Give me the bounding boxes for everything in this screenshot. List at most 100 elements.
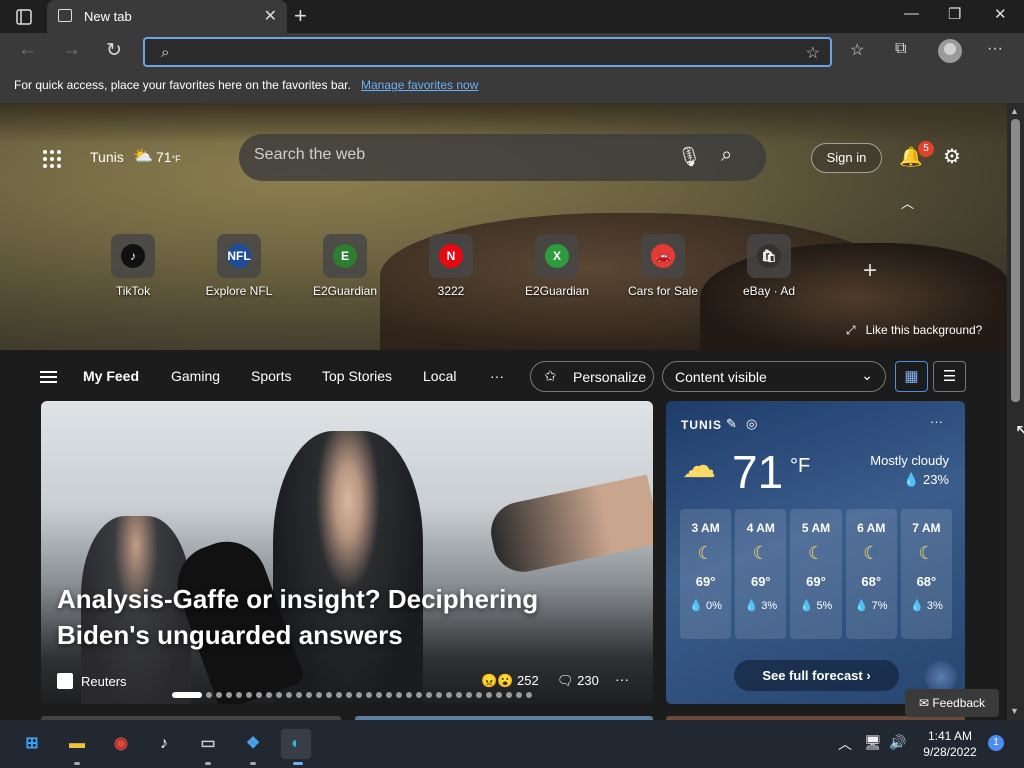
carousel-dot[interactable] bbox=[476, 692, 482, 698]
carousel-dot[interactable] bbox=[346, 692, 352, 698]
quick-link[interactable]: NFL Explore NFL bbox=[194, 234, 284, 298]
story-more-icon[interactable]: ··· bbox=[615, 671, 629, 687]
carousel-dot[interactable] bbox=[366, 692, 372, 698]
carousel-dot[interactable] bbox=[486, 692, 492, 698]
carousel-dot[interactable] bbox=[356, 692, 362, 698]
carousel-dot[interactable] bbox=[466, 692, 472, 698]
quick-link[interactable]: E E2Guardian bbox=[300, 234, 390, 298]
forward-button[interactable]: → bbox=[62, 39, 81, 61]
chrome-icon[interactable]: ◉ bbox=[106, 729, 136, 759]
carousel-dot[interactable] bbox=[376, 692, 382, 698]
comments[interactable]: 🗨 230 bbox=[557, 673, 599, 689]
manage-favorites-link[interactable]: Manage favorites now bbox=[361, 78, 478, 92]
search-input[interactable] bbox=[254, 146, 654, 164]
carousel-dot[interactable] bbox=[226, 692, 232, 698]
tab-new-tab[interactable]: New tab ✕ bbox=[47, 0, 287, 33]
hourly-forecast-item[interactable]: 7 AM ☾ 68° 💧 3% bbox=[900, 509, 953, 639]
grid-layout-button[interactable]: ▦ bbox=[895, 361, 928, 392]
collections-icon[interactable]: ⧉ bbox=[895, 40, 906, 58]
scrollbar-thumb[interactable] bbox=[1011, 119, 1020, 402]
list-layout-button[interactable]: ☰ bbox=[933, 361, 966, 392]
hourly-forecast-item[interactable]: 6 AM ☾ 68° 💧 7% bbox=[845, 509, 897, 639]
new-tab-button[interactable]: + bbox=[294, 3, 307, 29]
app-launcher-icon[interactable] bbox=[43, 150, 61, 168]
sign-in-button[interactable]: Sign in bbox=[811, 143, 882, 173]
weather-card[interactable]: TUNIS ✎ ◎ ··· ☁ 71 °F Mostly cloudy 💧 23… bbox=[666, 401, 965, 704]
carousel-dot[interactable] bbox=[436, 692, 442, 698]
story-headline[interactable]: Analysis-Gaffe or insight? Deciphering B… bbox=[57, 581, 617, 653]
carousel-dot[interactable] bbox=[306, 692, 312, 698]
clock[interactable]: 1:41 AM 9/28/2022 bbox=[917, 728, 983, 760]
carousel-dot[interactable] bbox=[256, 692, 262, 698]
tab-top-stories[interactable]: Top Stories bbox=[322, 368, 392, 384]
vertical-scrollbar[interactable]: ▲ ▼ bbox=[1007, 103, 1024, 720]
carousel-dot[interactable] bbox=[326, 692, 332, 698]
scroll-down-arrow[interactable]: ▼ bbox=[1010, 706, 1019, 716]
weather-temperature[interactable]: 71°F bbox=[156, 149, 181, 165]
globe-icon[interactable]: ◎ bbox=[746, 416, 757, 432]
carousel-dot[interactable] bbox=[426, 692, 432, 698]
hourly-forecast-item[interactable]: 3 AM ☾ 69° 💧 0% bbox=[680, 509, 732, 639]
weather-more-icon[interactable]: ··· bbox=[930, 414, 943, 429]
personalize-button[interactable]: ✩ Personalize bbox=[530, 361, 654, 392]
gear-icon[interactable]: ⚙ bbox=[943, 144, 961, 169]
menu-icon[interactable] bbox=[40, 371, 57, 383]
file-explorer-icon[interactable]: ▬ bbox=[62, 729, 92, 759]
chevron-up-icon[interactable]: ︿ bbox=[838, 734, 852, 754]
carousel-dot[interactable] bbox=[386, 692, 392, 698]
quick-link[interactable]: ♪ TikTok bbox=[88, 234, 178, 298]
carousel-dot[interactable] bbox=[316, 692, 322, 698]
tab-gaming[interactable]: Gaming bbox=[171, 368, 220, 384]
carousel-dot[interactable] bbox=[396, 692, 402, 698]
settings-more-icon[interactable]: ··· bbox=[987, 40, 1003, 58]
start-button[interactable]: ⊞ bbox=[17, 729, 47, 759]
tiktok-icon[interactable]: ♪ bbox=[149, 729, 179, 759]
close-tab-icon[interactable]: ✕ bbox=[264, 6, 277, 26]
tab-actions-icon[interactable] bbox=[8, 6, 40, 28]
app-icon[interactable]: ❖ bbox=[238, 729, 268, 759]
back-button[interactable]: ← bbox=[18, 39, 37, 61]
network-icon[interactable]: 🖥 bbox=[864, 734, 882, 751]
chevron-up-icon[interactable]: ︿ bbox=[901, 193, 914, 212]
microphone-icon[interactable]: 🎙 bbox=[677, 145, 701, 169]
weather-city[interactable]: Tunis bbox=[90, 149, 124, 165]
carousel-dot[interactable] bbox=[296, 692, 302, 698]
carousel-dot[interactable] bbox=[286, 692, 292, 698]
address-bar[interactable]: ⌕ ☆ bbox=[143, 37, 832, 67]
tab-local[interactable]: Local bbox=[423, 368, 456, 384]
more-tabs-button[interactable]: ··· bbox=[490, 368, 504, 384]
add-favorite-icon[interactable]: ☆ bbox=[806, 43, 820, 63]
carousel-dot[interactable] bbox=[266, 692, 272, 698]
volume-icon[interactable]: 🔊 bbox=[889, 734, 906, 751]
carousel-dot[interactable] bbox=[446, 692, 452, 698]
favorites-icon[interactable]: ☆ bbox=[850, 40, 864, 60]
quick-link[interactable]: 🚗 Cars for Sale bbox=[618, 234, 708, 298]
profile-avatar[interactable] bbox=[938, 39, 962, 63]
carousel-dot[interactable] bbox=[456, 692, 462, 698]
quick-link[interactable]: N 3222 bbox=[406, 234, 496, 298]
hourly-forecast-item[interactable]: 4 AM ☾ 69° 💧 3% bbox=[735, 509, 787, 639]
carousel-dot[interactable] bbox=[516, 692, 522, 698]
feedback-button[interactable]: ✉ Feedback bbox=[905, 689, 999, 717]
carousel-dot[interactable] bbox=[236, 692, 242, 698]
carousel-dot[interactable] bbox=[246, 692, 252, 698]
quick-link[interactable]: 🛍 eBay · Ad bbox=[724, 234, 814, 298]
edit-location-icon[interactable]: ✎ bbox=[726, 416, 737, 432]
carousel-dot[interactable] bbox=[206, 692, 212, 698]
terminal-icon[interactable]: ▭ bbox=[193, 729, 223, 759]
quick-link[interactable]: X E2Guardian bbox=[512, 234, 602, 298]
carousel-dot[interactable] bbox=[496, 692, 502, 698]
hourly-forecast-item[interactable]: 5 AM ☾ 69° 💧 5% bbox=[790, 509, 842, 639]
notification-badge[interactable]: 1 bbox=[988, 735, 1004, 751]
carousel-dot[interactable] bbox=[336, 692, 342, 698]
reactions[interactable]: 😠😮 252 bbox=[481, 673, 539, 689]
search-icon[interactable]: ⌕ bbox=[721, 144, 732, 167]
carousel-dot[interactable] bbox=[276, 692, 282, 698]
carousel-dot[interactable] bbox=[526, 692, 532, 698]
tab-sports[interactable]: Sports bbox=[251, 368, 291, 384]
carousel-dot[interactable] bbox=[406, 692, 412, 698]
carousel-dot[interactable] bbox=[216, 692, 222, 698]
story-source[interactable]: Reuters bbox=[57, 673, 127, 689]
close-window-button[interactable]: ✕ bbox=[994, 5, 1007, 23]
tab-my-feed[interactable]: My Feed bbox=[83, 368, 139, 384]
